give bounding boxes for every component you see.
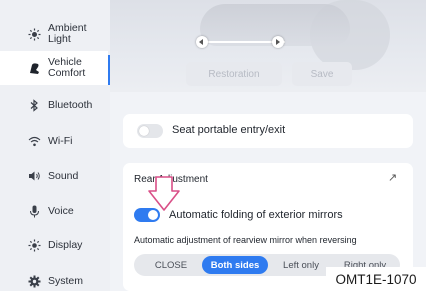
- sidebar-item-label: System: [48, 274, 84, 287]
- sun-icon: [27, 27, 41, 41]
- seat-icon: [27, 61, 41, 75]
- sidebar-item-label: Display: [48, 238, 83, 251]
- sidebar-item-wifi[interactable]: Wi-Fi: [0, 124, 108, 158]
- restoration-button[interactable]: Restoration: [186, 62, 282, 86]
- volume-icon: [27, 169, 41, 183]
- settings-sidebar: Ambient Light Vehicle Comfort Bluetooth …: [0, 0, 110, 291]
- option-close[interactable]: CLOSE: [140, 254, 202, 276]
- seat-position-panel: Restoration Save: [110, 0, 426, 92]
- slider-left-arrow-icon[interactable]: [196, 36, 208, 48]
- auto-fold-label: Automatic folding of exterior mirrors: [169, 209, 343, 221]
- microphone-icon: [27, 204, 41, 218]
- seat-portable-card: Seat portable entry/exit: [123, 114, 413, 148]
- sidebar-item-sound[interactable]: Sound: [0, 159, 108, 193]
- seat-portable-label: Seat portable entry/exit: [172, 124, 286, 136]
- seat-portable-toggle[interactable]: [137, 124, 163, 138]
- sidebar-item-vehicle-comfort[interactable]: Vehicle Comfort: [0, 51, 110, 85]
- bluetooth-icon: [27, 98, 41, 112]
- sidebar-item-bluetooth[interactable]: Bluetooth: [0, 88, 108, 122]
- slider-right-arrow-icon[interactable]: [272, 36, 284, 48]
- brightness-icon: [27, 238, 41, 252]
- save-button[interactable]: Save: [292, 62, 352, 86]
- toggle-knob: [139, 126, 149, 136]
- sidebar-item-label: Bluetooth: [48, 98, 93, 111]
- reverse-adjust-label: Automatic adjustment of rearview mirror …: [134, 235, 357, 245]
- wifi-icon: [27, 134, 41, 148]
- sidebar-item-ambient-light[interactable]: Ambient Light: [0, 17, 108, 51]
- gear-icon: [27, 274, 41, 288]
- sidebar-item-display[interactable]: Display: [0, 228, 108, 262]
- sidebar-item-system[interactable]: System: [0, 264, 108, 298]
- option-left-only[interactable]: Left only: [270, 254, 332, 276]
- sidebar-item-label: Wi-Fi: [48, 134, 73, 147]
- sidebar-item-label: Comfort: [48, 67, 86, 79]
- figure-code-label: OMT1E-1070: [326, 267, 426, 291]
- settings-main-panel: Restoration Save Seat portable entry/exi…: [110, 0, 426, 291]
- sidebar-item-label: Voice: [48, 204, 74, 217]
- sidebar-item-label: Sound: [48, 169, 79, 182]
- expand-icon[interactable]: ↗: [388, 171, 397, 184]
- pointer-arrow-icon: [148, 176, 180, 211]
- sidebar-item-label: Light: [48, 33, 71, 45]
- option-both-sides[interactable]: Both sides: [202, 256, 268, 274]
- sidebar-item-voice[interactable]: Voice: [0, 194, 108, 228]
